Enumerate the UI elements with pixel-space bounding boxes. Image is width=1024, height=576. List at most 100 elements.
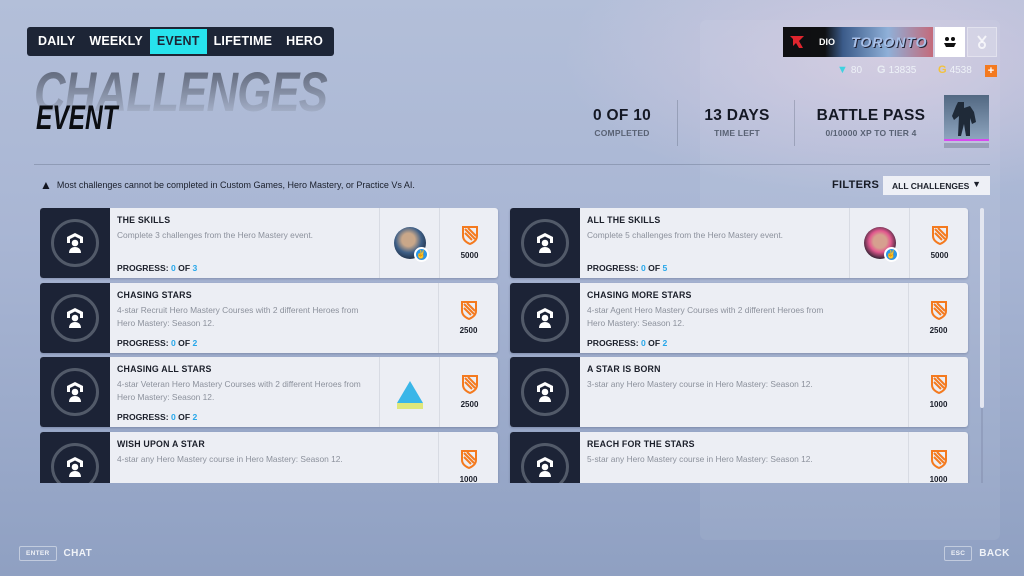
player-icon-reward: ✌ xyxy=(393,227,429,262)
player-name: DIO xyxy=(819,37,836,47)
progress-ring xyxy=(521,219,569,267)
extra-reward[interactable]: ✌ xyxy=(849,208,909,278)
extra-reward[interactable]: ✌ xyxy=(379,208,439,278)
extra-reward[interactable] xyxy=(379,357,439,427)
hero-mastery-icon xyxy=(537,456,553,477)
xp-value: 2500 xyxy=(459,325,478,335)
hero-mastery-icon xyxy=(537,307,553,328)
challenge-card[interactable]: ALL THE SKILLS Complete 5 challenges from… xyxy=(510,208,968,278)
stat-label: TIME LEFT xyxy=(714,128,760,138)
chat-hint[interactable]: ENTER CHAT xyxy=(19,546,92,561)
tab-hero[interactable]: HERO xyxy=(279,29,330,54)
challenge-icon-panel xyxy=(510,431,580,483)
currency-value: 80 xyxy=(850,64,863,76)
currency-coins: G 4538 xyxy=(938,64,972,76)
challenge-card[interactable]: THE SKILLS Complete 3 challenges from the… xyxy=(40,208,498,278)
battle-pass-xp-icon xyxy=(930,300,947,320)
challenge-description: 4-star Recruit Hero Mastery Courses with… xyxy=(117,304,359,328)
chevron-down-icon: ▼ xyxy=(972,179,981,189)
challenge-title: THE SKILLS xyxy=(117,215,171,225)
xp-reward: 1000 xyxy=(908,357,968,427)
stat-completed: 0 OF 10 COMPLETED xyxy=(586,107,658,138)
peace-sign-icon: ✌ xyxy=(883,247,899,262)
challenge-description: 4-star Agent Hero Mastery Courses with 2… xyxy=(587,304,824,328)
currency-competitive-points: G 13835 xyxy=(877,64,916,76)
stat-battle-pass[interactable]: BATTLE PASS 0/10000 XP TO TIER 4 xyxy=(812,107,930,138)
hero-mastery-icon xyxy=(67,456,83,477)
tab-daily[interactable]: DAILY xyxy=(31,29,82,54)
challenge-card[interactable]: CHASING MORE STARS 4-star Agent Hero Mast… xyxy=(510,282,968,353)
divider xyxy=(677,100,678,146)
stat-time-left: 13 DAYS TIME LEFT xyxy=(698,107,776,138)
legacy-credits-icon: ▼ xyxy=(837,64,848,76)
battle-pass-xp-icon xyxy=(930,375,947,394)
divider xyxy=(794,100,795,146)
filter-dropdown[interactable]: ALL CHALLENGES ▼ xyxy=(883,176,990,195)
challenge-card[interactable]: REACH FOR THE STARS 5-star any Hero Maste… xyxy=(510,431,968,483)
battle-pass-reward-preview[interactable] xyxy=(944,95,989,140)
xp-reward: 1000 xyxy=(908,431,968,483)
challenge-title: ALL THE SKILLS xyxy=(587,215,661,225)
stat-value: 0 OF 10 xyxy=(592,107,652,124)
challenge-list: THE SKILLS Complete 3 challenges from the… xyxy=(40,208,991,483)
challenge-title: CHASING ALL STARS xyxy=(117,364,212,374)
tab-lifetime[interactable]: LIFETIME xyxy=(207,29,280,54)
xp-value: 1000 xyxy=(459,474,478,484)
xp-reward: 2500 xyxy=(438,282,498,353)
group-icon-button[interactable] xyxy=(935,27,965,57)
xp-value: 5000 xyxy=(460,251,479,260)
challenge-progress: PROGRESS: 0 OF 2 xyxy=(587,337,668,348)
challenge-card[interactable]: WISH UPON A STAR 4-star any Hero Mastery … xyxy=(40,431,498,484)
challenge-title: A STAR IS BORN xyxy=(587,364,661,374)
challenge-icon-panel xyxy=(40,282,110,353)
warning-icon: ▲ xyxy=(40,178,52,192)
player-card[interactable]: DIO TORONTO xyxy=(783,27,933,57)
hero-mastery-icon xyxy=(67,233,83,253)
challenge-icon-panel xyxy=(40,208,110,278)
challenge-progress: PROGRESS: 0 OF 2 xyxy=(117,337,198,348)
challenge-card[interactable]: CHASING STARS 4-star Recruit Hero Mastery… xyxy=(40,282,498,353)
add-currency-button[interactable]: + xyxy=(985,65,997,77)
challenge-description: 4-star Veteran Hero Mastery Courses with… xyxy=(117,379,361,402)
coins-icon: G xyxy=(938,64,947,76)
challenge-icon-panel xyxy=(40,431,110,483)
progress-ring xyxy=(521,293,569,342)
battle-pass-xp-icon xyxy=(460,449,477,469)
tab-weekly[interactable]: WEEKLY xyxy=(82,29,150,54)
challenge-progress: PROGRESS: 0 OF 5 xyxy=(587,263,668,273)
xp-value: 2500 xyxy=(929,325,948,335)
stat-label: COMPLETED xyxy=(594,128,650,138)
header-divider xyxy=(34,164,990,165)
progress-ring xyxy=(51,293,99,342)
stat-value: BATTLE PASS xyxy=(816,107,926,124)
battle-pass-progress-fill xyxy=(944,139,989,141)
challenge-body: ALL THE SKILLS Complete 5 challenges from… xyxy=(580,208,849,278)
filters-label: FILTERS xyxy=(832,179,880,191)
challenge-icon-panel xyxy=(40,357,110,427)
stat-label: 0/10000 XP TO TIER 4 xyxy=(825,128,917,138)
challenge-icon-panel xyxy=(510,282,580,353)
player-banner-text: TORONTO xyxy=(851,34,928,50)
warning-text: Most challenges cannot be completed in C… xyxy=(56,180,415,190)
xp-reward: 1000 xyxy=(438,431,498,484)
challenge-body: WISH UPON A STAR 4-star any Hero Mastery … xyxy=(110,432,438,484)
tab-event[interactable]: EVENT xyxy=(149,29,207,54)
scrollbar-thumb[interactable] xyxy=(980,208,984,408)
rewards-icon-button[interactable] xyxy=(967,27,997,57)
challenge-card[interactable]: A STAR IS BORN 3-star any Hero Mastery co… xyxy=(510,357,968,427)
competitive-points-icon: G xyxy=(877,64,886,76)
xp-reward: 2500 xyxy=(439,357,498,427)
back-hint[interactable]: ESC BACK xyxy=(944,546,1010,561)
spray-reward-icon xyxy=(396,381,423,409)
challenge-icon-panel xyxy=(510,357,580,427)
challenge-progress: PROGRESS: 0 OF 2 xyxy=(117,412,198,422)
challenge-card[interactable]: CHASING ALL STARS 4-star Veteran Hero Mas… xyxy=(40,357,498,427)
challenge-title: REACH FOR THE STARS xyxy=(587,438,695,449)
player-icon-reward: ✌ xyxy=(863,227,899,262)
page-subtitle: EVENT xyxy=(36,99,118,137)
back-label: BACK xyxy=(979,548,1010,559)
group-icon xyxy=(944,37,956,47)
currency-value: 4538 xyxy=(949,64,972,76)
xp-value: 5000 xyxy=(930,251,949,260)
progress-ring xyxy=(521,368,569,416)
